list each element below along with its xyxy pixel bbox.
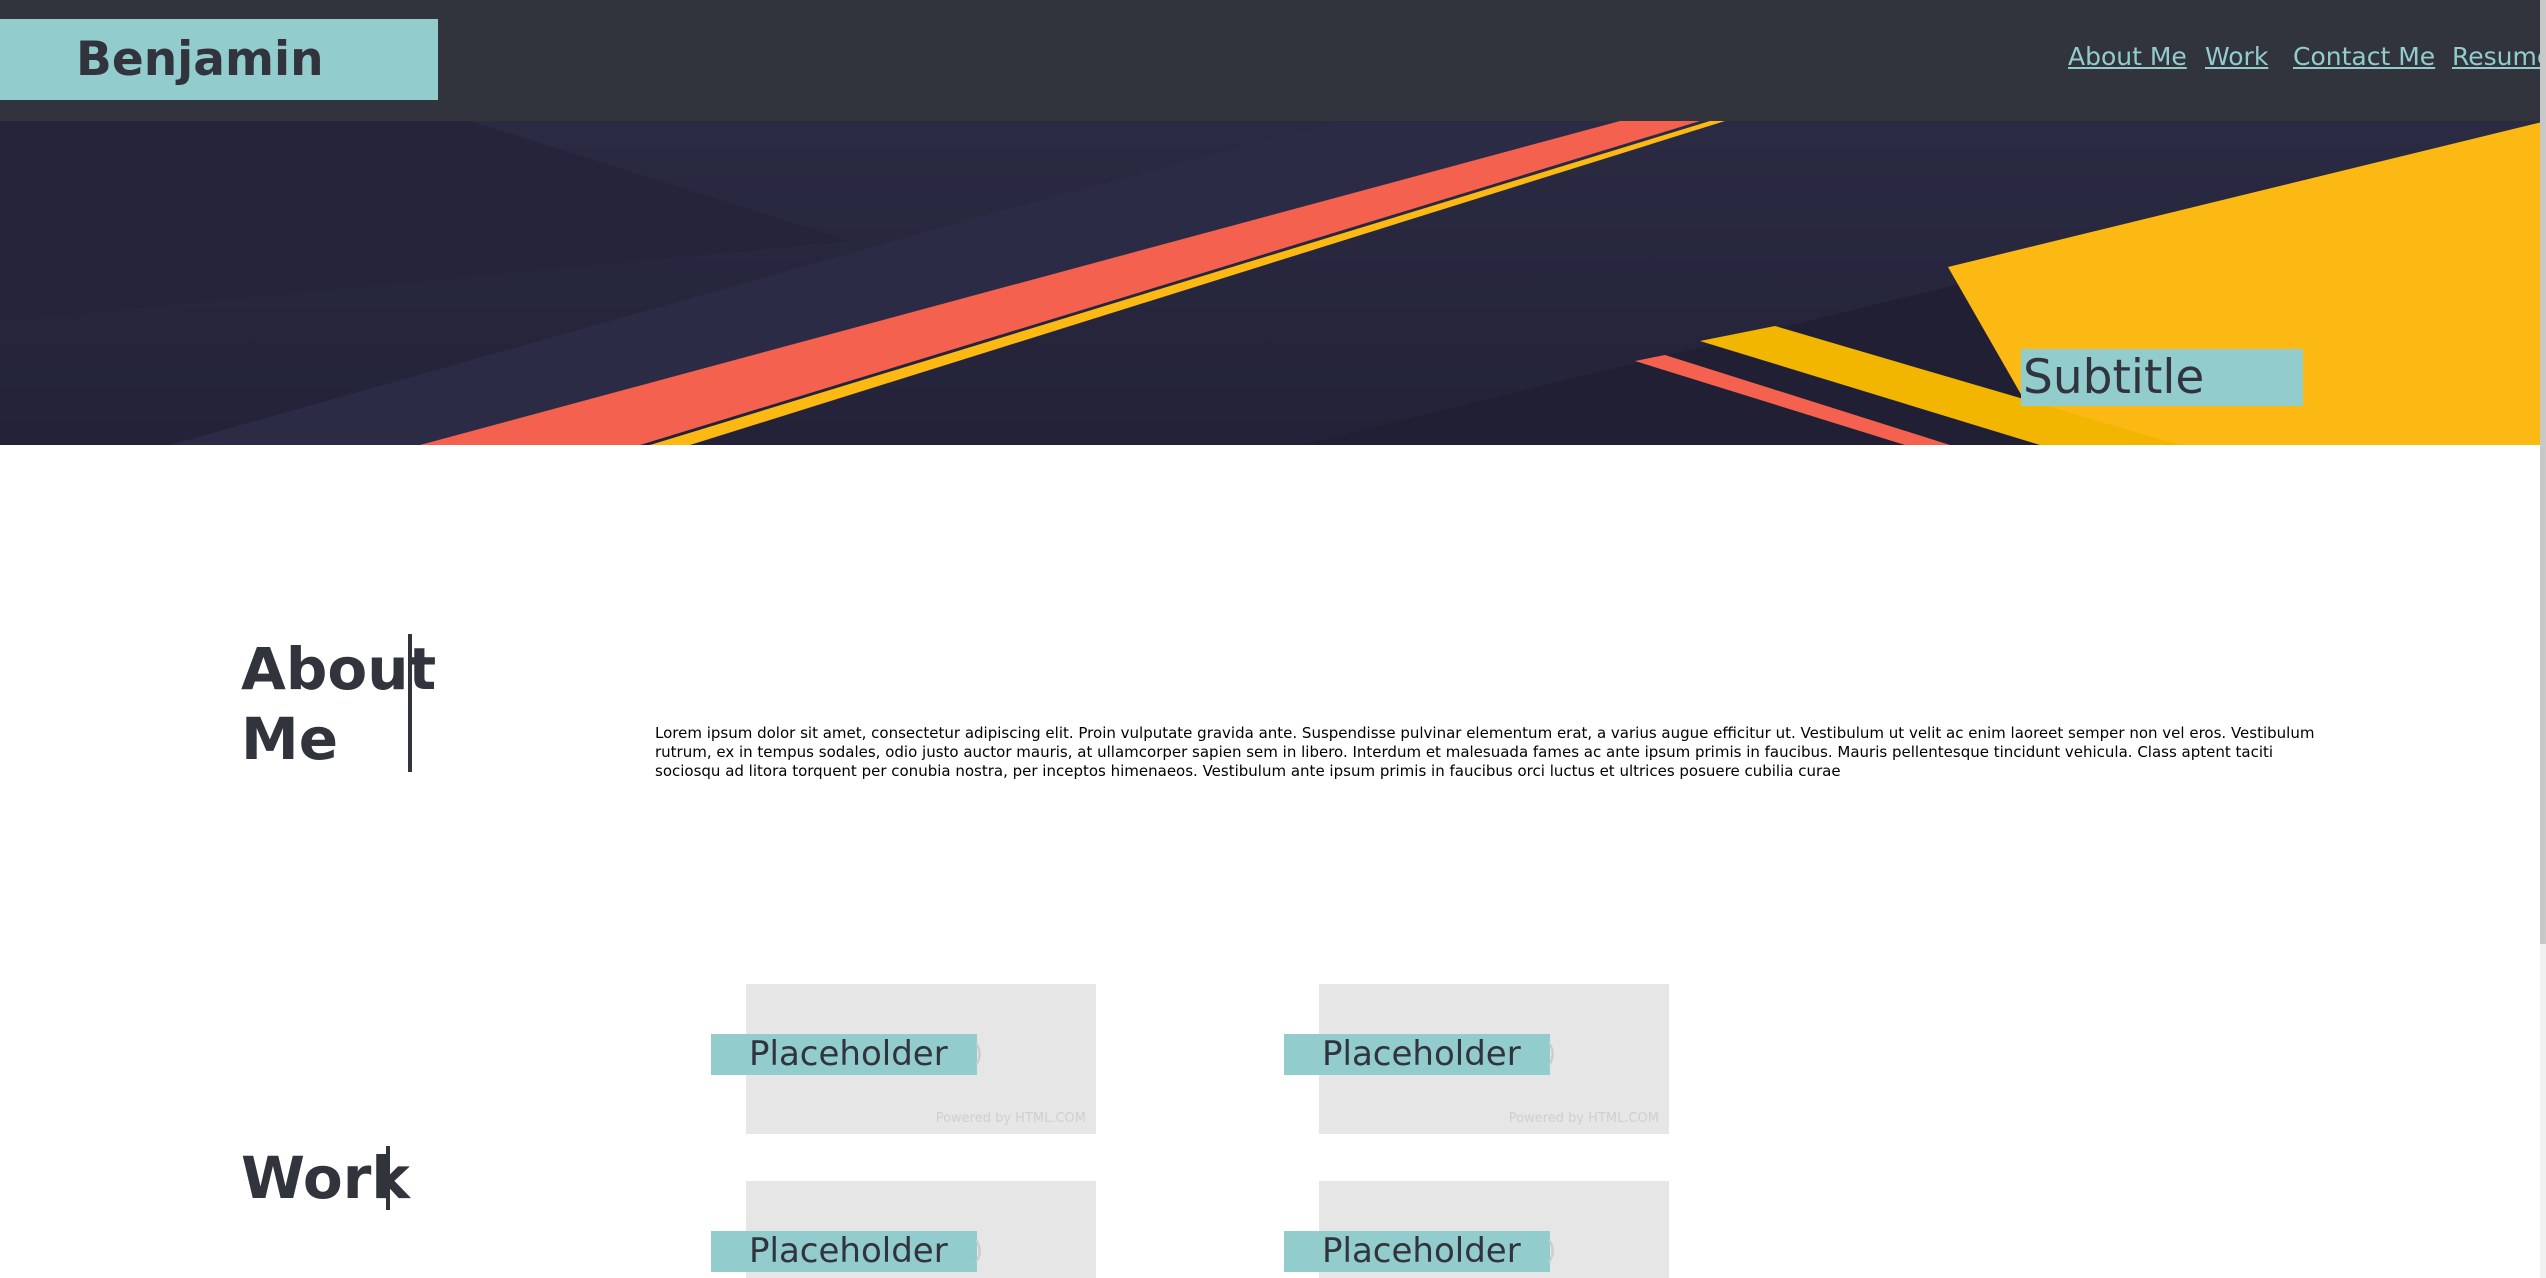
card-paren-icon: ) [973,1236,984,1266]
scrollbar-thumb[interactable] [2540,0,2546,944]
work-section-title: Work [241,1144,410,1212]
hero-subtitle: Subtitle [2021,349,2303,406]
about-body-text: Lorem ipsum dolor sit amet, consectetur … [655,724,2315,780]
work-card-label[interactable]: Placeholder [711,1034,977,1075]
text-caret [408,634,412,772]
about-section-title: About Me [241,635,437,773]
text-caret [386,1146,390,1210]
site-header: Benjamin Levin About Me Work Contact Me … [0,0,2546,168]
work-card-label[interactable]: Placeholder [711,1231,977,1272]
card-footer-text: Powered by HTML.COM [1508,1111,1659,1126]
page-scrollbar[interactable] [2540,0,2546,1278]
nav-link-about-me[interactable]: About Me [2068,42,2187,71]
work-card-label[interactable]: Placeholder [1284,1034,1550,1075]
card-paren-icon: ) [1546,1039,1557,1069]
nav-link-resume[interactable]: Resume [2452,42,2546,71]
work-card-label[interactable]: Placeholder [1284,1231,1550,1272]
card-footer-text: Powered by HTML.COM [935,1111,1086,1126]
nav-link-work[interactable]: Work [2205,42,2268,71]
main-nav: About Me Work Contact Me Resume [2068,0,2546,121]
card-paren-icon: ) [973,1039,984,1069]
site-brand[interactable]: Benjamin Levin [0,19,438,168]
nav-link-contact-me[interactable]: Contact Me [2293,42,2435,71]
card-paren-icon: ) [1546,1236,1557,1266]
